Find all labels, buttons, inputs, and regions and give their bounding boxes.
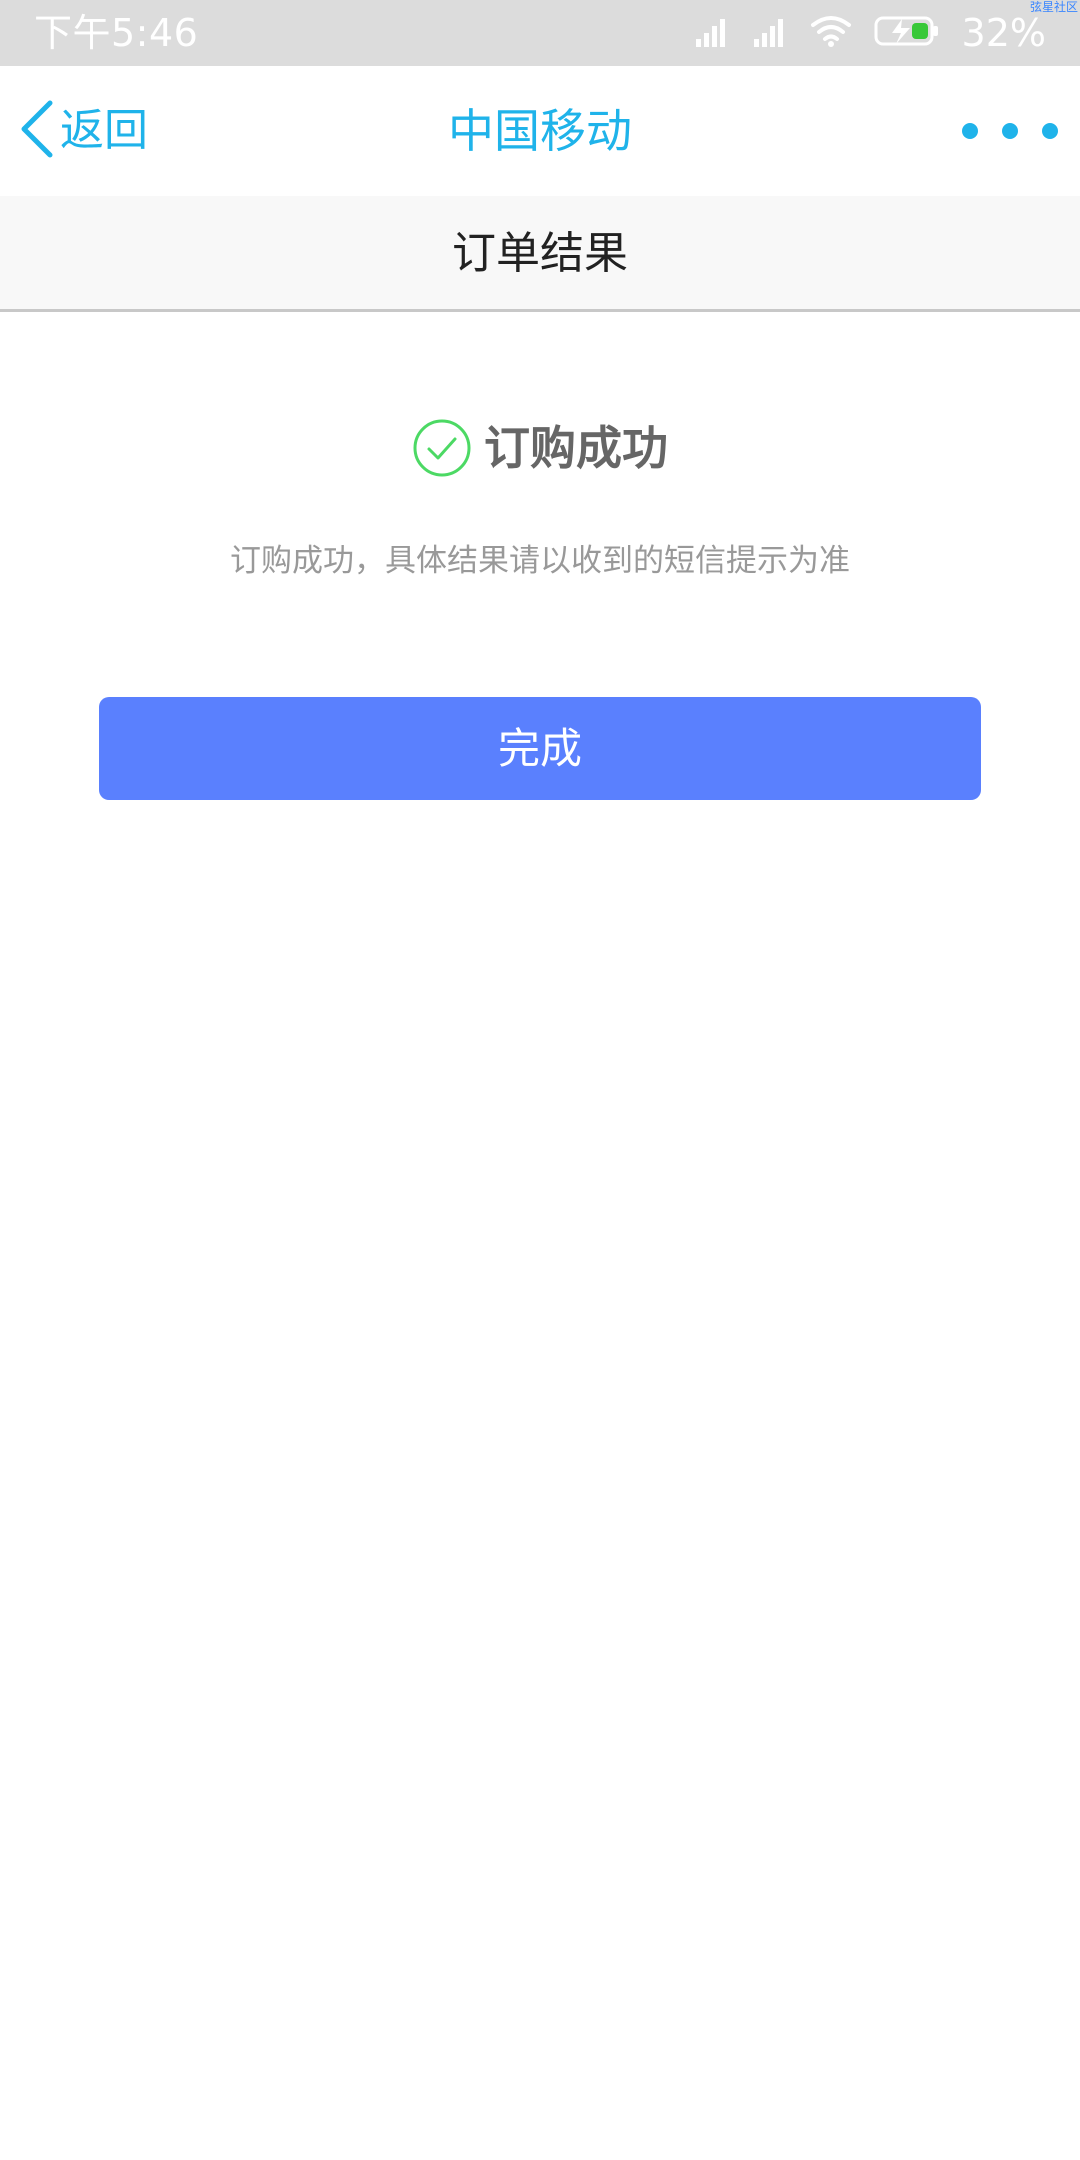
more-button[interactable] bbox=[962, 116, 1058, 146]
watermark: 弦星社区 bbox=[1029, 0, 1078, 14]
battery-charging-icon bbox=[874, 15, 940, 51]
status-bar: 下午5:46 32% 弦星社区 bbox=[0, 0, 1080, 66]
status-icons: 32% bbox=[694, 10, 1046, 56]
more-dots-icon bbox=[1002, 123, 1018, 139]
wifi-icon bbox=[810, 15, 852, 51]
signal-icon bbox=[694, 15, 730, 51]
more-dots-icon bbox=[1042, 123, 1058, 139]
result-description: 订购成功，具体结果请以收到的短信提示为准 bbox=[230, 543, 850, 579]
sub-header-title: 订单结果 bbox=[452, 228, 628, 279]
result-status: 订购成功 bbox=[0, 412, 1080, 484]
sub-header: 订单结果 bbox=[0, 196, 1080, 312]
done-button[interactable]: 完成 bbox=[99, 697, 981, 800]
more-dots-icon bbox=[962, 123, 978, 139]
result-title: 订购成功 bbox=[484, 421, 668, 475]
page-title: 中国移动 bbox=[448, 104, 632, 158]
battery-percent: 32% bbox=[961, 11, 1046, 55]
signal-icon bbox=[752, 15, 788, 51]
nav-bar: 返回 中国移动 bbox=[0, 66, 1080, 196]
check-circle-icon bbox=[412, 418, 472, 478]
status-time: 下午5:46 bbox=[34, 11, 199, 55]
